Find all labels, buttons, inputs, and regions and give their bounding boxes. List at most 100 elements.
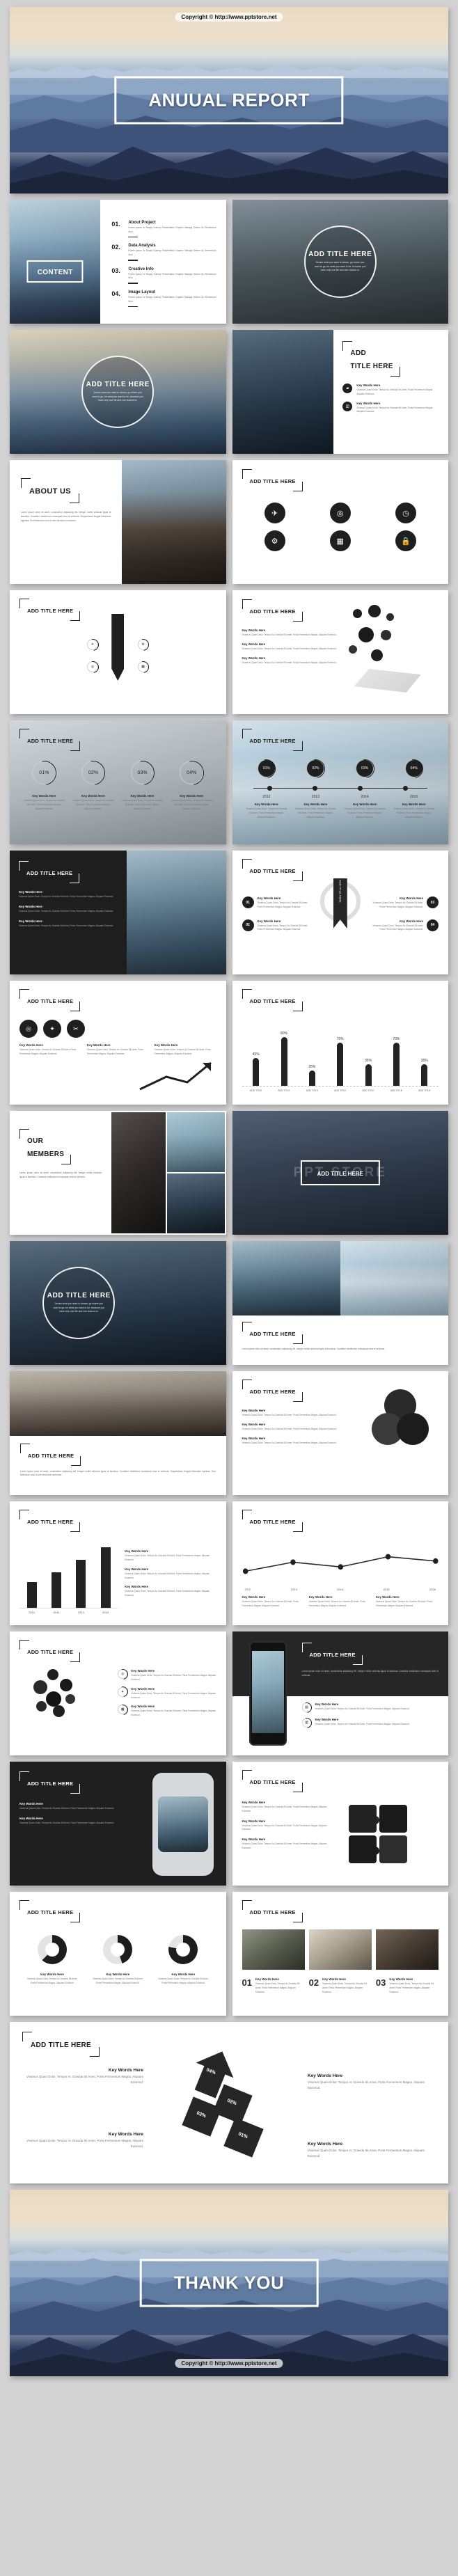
contents-item[interactable]: 03. Creative Info Porem Ipsum Is Simply …	[111, 267, 216, 284]
slide-dark-list[interactable]: ADD TITLE HERE Key Words Here Vivamus Qua…	[10, 851, 226, 974]
slide-donuts[interactable]: ADD TITLE HERE Key Words Here Vivamus Qua…	[10, 1892, 226, 2016]
dark-item[interactable]: Key Words Here Vivamus Quam Dolor, Tempor…	[19, 919, 118, 929]
yearbars-note[interactable]: Key Words Here Vivamus Quam Dolor, Tempor…	[125, 1567, 216, 1581]
bullets-title-bracket: ADD TITLE HERE	[242, 599, 303, 622]
percent-value: 04%	[187, 770, 197, 775]
slide-venn[interactable]: ADD TITLE HERE Key Words Here Vivamus Qua…	[232, 1371, 448, 1495]
contents-item-title: Creative Info	[128, 267, 154, 271]
bar	[26, 1582, 37, 1608]
barchart-title: ADD TITLE HERE	[249, 998, 296, 1004]
slide-photo-title[interactable]: ADD TITLE HERE PPT STORE	[232, 1111, 448, 1235]
bar-category-label: ADD TITLE	[250, 1089, 262, 1092]
watch-item[interactable]: Key Words Here Vivamus Quam Dolor, Tempor…	[19, 1817, 127, 1826]
slide-year-bars[interactable]: ADD TITLE HERE Key Words Here Vivamus Qua…	[10, 1501, 226, 1625]
percent-ring: 03%	[130, 761, 155, 784]
copyright-badge-bottom: Copyright © http://www.pptstore.net	[175, 2359, 283, 2368]
slide-cluster[interactable]: ADD TITLE HERE ◎ Key Words Here Vivamus Qu…	[10, 1631, 226, 1755]
cover-slide[interactable]: Copyright © http://www.pptstore.net ANUU…	[10, 7, 448, 193]
bullet-item[interactable]: Key Words Here Vivamus Quam Dolor, Tempor…	[242, 642, 340, 651]
slide-our-members[interactable]: OUR MEMBERS Lorem ipsum dolor sit amet, c…	[10, 1111, 226, 1235]
dark-item[interactable]: Key Words Here Vivamus Quam Dolor, Tempor…	[19, 890, 118, 899]
target-icon[interactable]: ◎	[329, 503, 351, 523]
phone-feature[interactable]: ▥ Key Words Here Vivamus Quam Dolor, Tempo…	[301, 1718, 439, 1728]
arrow-callout[interactable]: Key Words Here Vivamus Quam Dolor, Tempo…	[308, 2142, 433, 2158]
slide-intro-split[interactable]: ADD TITLE HERE ▰ Key Words Here Vivamus Qu…	[232, 330, 448, 454]
step-item[interactable]: 03 Key Words Here Vivamus Quam Dolor, Tem…	[372, 896, 439, 910]
photo-title-box: ADD TITLE HERE	[300, 1160, 380, 1185]
target-icon[interactable]: ◎	[19, 1020, 38, 1038]
closing-slide[interactable]: THANK YOU Copyright © http://www.pptstor…	[10, 2190, 448, 2376]
plane-icon[interactable]: ✈	[264, 503, 285, 523]
slide-section-sunset[interactable]: ADD TITLE HERE Dream what you want to dr…	[10, 330, 226, 454]
arrow-callout[interactable]: Key Words Here Vivamus Quam Dolor, Tempo…	[308, 2073, 433, 2090]
yearbars-note[interactable]: Key Words Here Vivamus Quam Dolor, Tempor…	[125, 1549, 216, 1563]
slide-ribbon-steps[interactable]: ADD TITLE HERE ADD TITLE HERE 01 Key Wor…	[232, 851, 448, 974]
step-icon[interactable]: ⚙	[137, 639, 149, 650]
slide-dark-circle[interactable]: ADD TITLE HERE Dream what you want to dr…	[10, 1241, 226, 1365]
grid-icon[interactable]: ▦	[329, 530, 351, 551]
percent-ring: 02%	[81, 761, 105, 784]
slide-section-forest[interactable]: ADD TITLE HERE Dream what you want to dr…	[232, 200, 448, 324]
step-number: 04	[427, 919, 439, 931]
cluster-item[interactable]: ◎ Key Words Here Vivamus Quam Dolor, Tempo…	[118, 1669, 216, 1682]
bullet-item[interactable]: Key Words Here Vivamus Quam Dolor, Tempor…	[242, 656, 340, 665]
step-icon[interactable]: ✈	[87, 639, 98, 650]
watch-item[interactable]: Key Words Here Vivamus Quam Dolor, Tempor…	[19, 1802, 127, 1811]
contents-item[interactable]: 02. Data Analysis Porem Ipsum Is Simply …	[111, 244, 216, 261]
dark-item[interactable]: Key Words Here Vivamus Quam Dolor, Tempor…	[19, 905, 118, 914]
slide-about-us[interactable]: ABOUT US Lorem ipsum dolor sit amet, con…	[10, 460, 226, 584]
bar-category-label: ADD TITLE	[278, 1089, 290, 1092]
cluster-item[interactable]: ✦ Key Words Here Vivamus Quam Dolor, Tempo…	[118, 1686, 216, 1700]
slide-contents[interactable]: CONTENT 01. About Project Porem Ipsum Is…	[10, 200, 226, 324]
yearbars-note[interactable]: Key Words Here Vivamus Quam Dolor, Tempor…	[125, 1585, 216, 1598]
slide-line-chart[interactable]: ADD TITLE HERE 2012 2013 2014 2015 2016 Key …	[232, 1501, 448, 1625]
slide-timeline[interactable]: ADD TITLE HERE 01% 02% 03% 04% 2012 2013	[232, 720, 448, 844]
slide-numbered-images[interactable]: ADD TITLE HERE 01 Key Words Here Vivamus …	[232, 1892, 448, 2016]
contents-item[interactable]: 04. Image Layout Porem Ipsum Is Simply D…	[111, 290, 216, 308]
intro-feature[interactable]: ◫ Key Words Here Vivamus Quam Dolor, Temp…	[342, 401, 439, 415]
phone-feature[interactable]: ▤ Key Words Here Vivamus Quam Dolor, Tempo…	[301, 1702, 439, 1712]
slide-icon-circles[interactable]: ADD TITLE HERE ✈ ◎ ◷ ⚙ ▦ 🔒	[232, 460, 448, 584]
venn-item[interactable]: Key Words Here Vivamus Quam Dolor, Tempor…	[242, 1409, 345, 1418]
step-item[interactable]: 04 Key Words Here Vivamus Quam Dolor, Tem…	[372, 919, 439, 933]
percent-title: ADD TITLE HERE	[27, 738, 74, 744]
numbered-item[interactable]: 02 Key Words Here Vivamus Quam Dolor, Tem…	[309, 1977, 372, 1994]
slide-split-card[interactable]: ADD TITLE HERE Lorem ipsum dolor sit ame…	[232, 1241, 448, 1365]
clock-icon[interactable]: ◷	[395, 503, 416, 523]
step-icon[interactable]: ▦	[137, 661, 149, 672]
members-title-bracket: OUR MEMBERS	[19, 1129, 72, 1164]
slide-bar-chart[interactable]: ADD TITLE HERE 45% 80% 25% 70% 35% 70% 35% ADD…	[232, 981, 448, 1105]
slide-phone-mockup[interactable]: ADD TITLE HERE Lorem ipsum dolor sit ame…	[232, 1631, 448, 1755]
lock-icon[interactable]: 🔒	[395, 530, 416, 551]
slide-bullets-dots[interactable]: ADD TITLE HERE Key Words Here Vivamus Qua…	[232, 590, 448, 714]
about-title-bracket: ABOUT US	[21, 478, 79, 503]
slide-percent-circles[interactable]: ADD TITLE HERE 01% 02% 03% 04% Key Words…	[10, 720, 226, 844]
feature-text: Vivamus Quam Dolor, Tempor Ac Gravida Si…	[356, 406, 434, 413]
slide-puzzle[interactable]: ADD TITLE HERE Key Words Here Vivamus Qua…	[232, 1762, 448, 1886]
slide-road[interactable]: ADD TITLE HERE Lorem ipsum dolor sit ame…	[10, 1371, 226, 1495]
step-icon[interactable]: ◎	[87, 661, 98, 672]
numbered-item[interactable]: 03 Key Words Here Vivamus Quam Dolor, Tem…	[376, 1977, 439, 1994]
slide-arrow-diagram[interactable]: ADD TITLE HERE 04% 02% 03% 01% Key Words…	[10, 2022, 448, 2183]
arrow-callout[interactable]: Key Words Here Vivamus Quam Dolor, Tempo…	[25, 2068, 143, 2085]
cluster-item[interactable]: ▦ Key Words Here Vivamus Quam Dolor, Tempo…	[118, 1705, 216, 1718]
slide-watch-mockup[interactable]: ADD TITLE HERE Key Words Here Vivamus Qua…	[10, 1762, 226, 1886]
venn-item[interactable]: Key Words Here Vivamus Quam Dolor, Tempor…	[242, 1423, 345, 1432]
contents-item[interactable]: 01. About Project Porem Ipsum Is Simply …	[111, 221, 216, 238]
step-item[interactable]: 02 Key Words Here Vivamus Quam Dolor, Tem…	[242, 919, 309, 933]
intro-feature[interactable]: ▰ Key Words Here Vivamus Quam Dolor, Temp…	[342, 384, 439, 397]
slide-vertical-flow[interactable]: ADD TITLE HERE ✈ ◎ ⚙ ▦	[10, 590, 226, 714]
dots-graphic	[340, 599, 439, 705]
venn-item[interactable]: Key Words Here Vivamus Quam Dolor, Tempor…	[242, 1437, 345, 1446]
bulb-icon[interactable]: ✦	[43, 1020, 61, 1038]
step-item[interactable]: 01 Key Words Here Vivamus Quam Dolor, Tem…	[242, 896, 309, 910]
puzzle-item[interactable]: Key Words Here Vivamus Quam Dolor, Tempor…	[242, 1838, 333, 1851]
arrow-callout[interactable]: Key Words Here Vivamus Quam Dolor, Tempo…	[25, 2132, 143, 2149]
gear-icon[interactable]: ⚙	[264, 530, 285, 551]
puzzle-item[interactable]: Key Words Here Vivamus Quam Dolor, Tempor…	[242, 1801, 333, 1814]
slide-growth[interactable]: ADD TITLE HERE ◎ ✦ ✂ Key Words Here Vivam…	[10, 981, 226, 1105]
bullet-item[interactable]: Key Words Here Vivamus Quam Dolor, Tempor…	[242, 629, 340, 638]
puzzle-item[interactable]: Key Words Here Vivamus Quam Dolor, Tempor…	[242, 1819, 333, 1833]
numbered-item[interactable]: 01 Key Words Here Vivamus Quam Dolor, Tem…	[242, 1977, 305, 1994]
tools-icon[interactable]: ✂	[67, 1020, 85, 1038]
